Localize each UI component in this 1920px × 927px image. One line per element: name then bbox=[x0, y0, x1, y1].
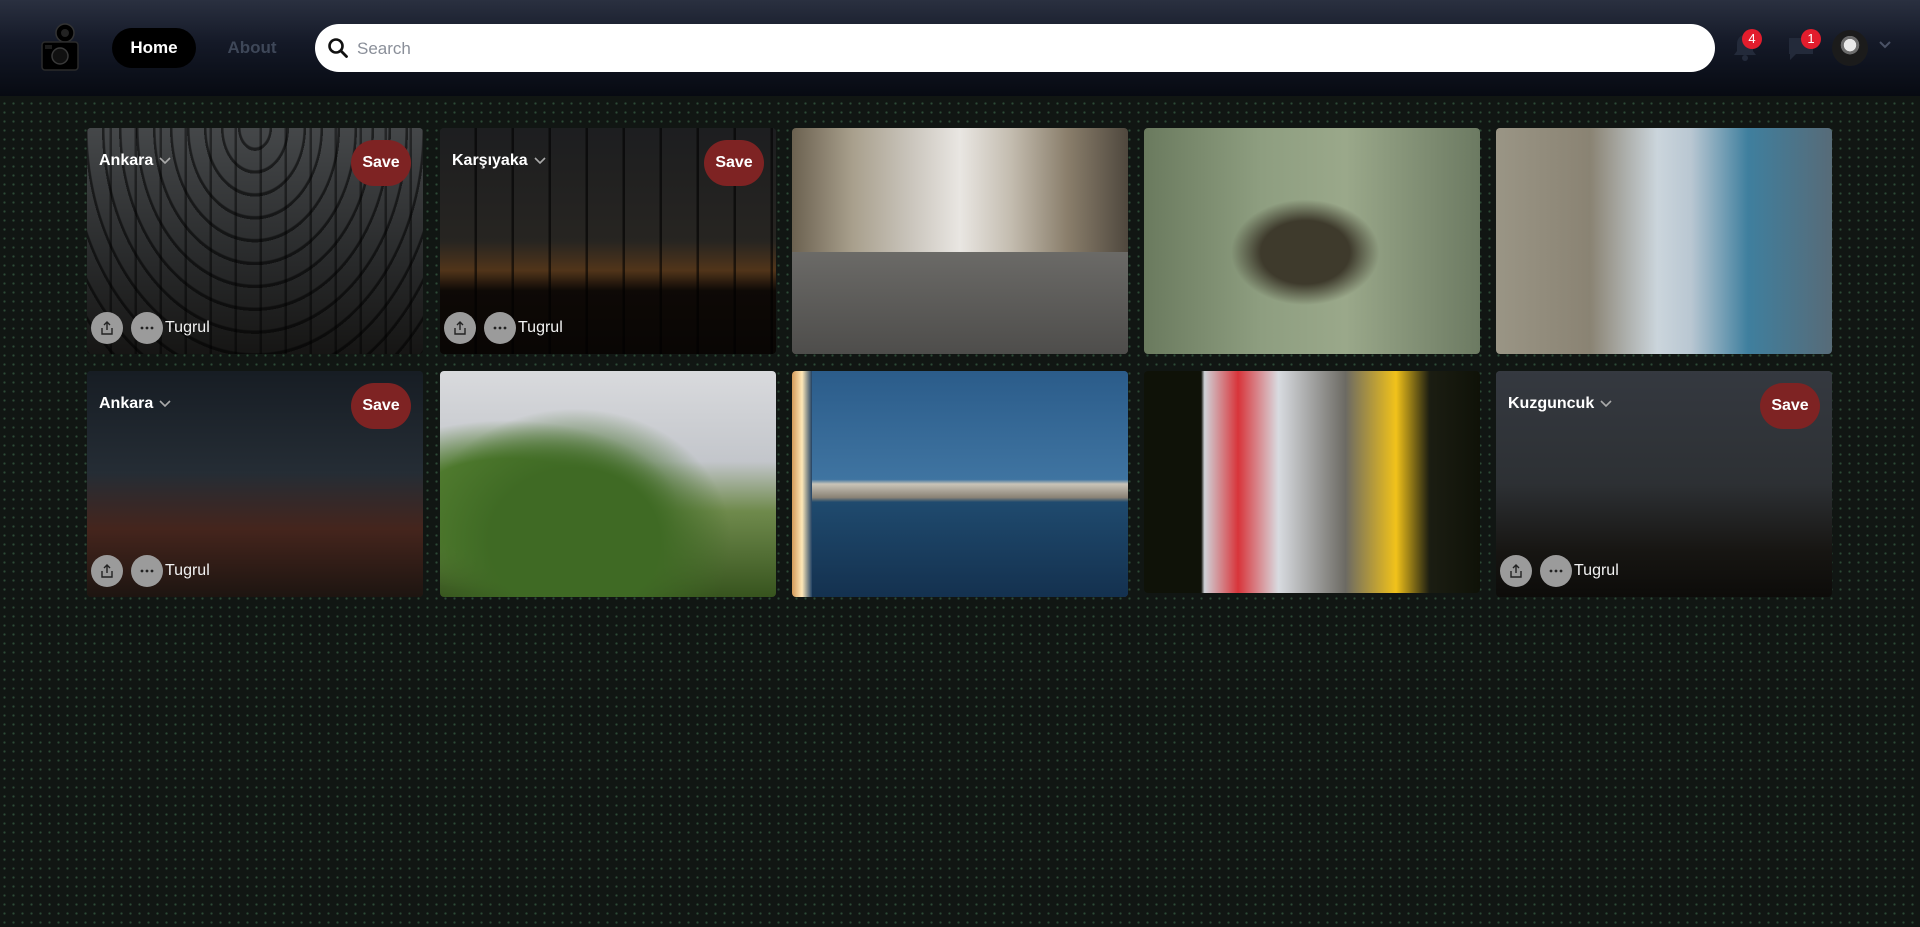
more-icon bbox=[1549, 569, 1563, 573]
share-icon bbox=[1510, 564, 1522, 578]
pin-card[interactable] bbox=[1496, 128, 1832, 354]
chevron-down-icon bbox=[534, 157, 546, 165]
more-options-button[interactable] bbox=[131, 555, 163, 587]
search-bar[interactable] bbox=[315, 24, 1715, 74]
more-options-button[interactable] bbox=[484, 312, 516, 344]
top-navigation-bar: Home About 4 1 bbox=[0, 0, 1920, 96]
share-icon bbox=[101, 321, 113, 335]
pin-footer: Tugrul bbox=[91, 555, 210, 587]
share-button[interactable] bbox=[91, 312, 123, 344]
board-selector[interactable]: Ankara bbox=[99, 152, 171, 170]
pin-author[interactable]: Tugrul bbox=[165, 562, 210, 580]
notifications-button[interactable]: 4 bbox=[1732, 29, 1762, 67]
message-count-badge: 1 bbox=[1801, 29, 1821, 49]
pin-footer: Tugrul bbox=[444, 312, 563, 344]
pin-footer: Tugrul bbox=[1500, 555, 1619, 587]
pin-author[interactable]: Tugrul bbox=[518, 319, 563, 337]
search-input[interactable] bbox=[355, 24, 1699, 74]
nav-home-button[interactable]: Home bbox=[112, 28, 196, 68]
pin-card[interactable]: Ankara Save Tugrul bbox=[87, 371, 423, 597]
pin-card[interactable]: Kuzguncuk Save Tugrul bbox=[1496, 371, 1832, 597]
board-name: Ankara bbox=[99, 395, 154, 412]
pin-author[interactable]: Tugrul bbox=[165, 319, 210, 337]
save-button[interactable]: Save bbox=[351, 383, 411, 429]
camera-logo-icon[interactable] bbox=[38, 22, 82, 72]
board-name: Kuzguncuk bbox=[1508, 395, 1595, 412]
board-selector[interactable]: Karşıyaka bbox=[452, 152, 546, 170]
more-options-button[interactable] bbox=[131, 312, 163, 344]
share-button[interactable] bbox=[1500, 555, 1532, 587]
pin-card[interactable] bbox=[792, 371, 1128, 597]
pin-card[interactable]: Karşıyaka Save Tugrul bbox=[440, 128, 776, 354]
share-button[interactable] bbox=[91, 555, 123, 587]
more-icon bbox=[140, 326, 154, 330]
share-icon bbox=[101, 564, 113, 578]
pin-card[interactable] bbox=[1144, 371, 1480, 593]
more-options-button[interactable] bbox=[1540, 555, 1572, 587]
board-name: Ankara bbox=[99, 152, 154, 169]
board-selector[interactable]: Kuzguncuk bbox=[1508, 395, 1612, 413]
pin-card[interactable] bbox=[1144, 128, 1480, 354]
pin-card[interactable] bbox=[440, 371, 776, 597]
save-button[interactable]: Save bbox=[351, 140, 411, 186]
messages-button[interactable]: 1 bbox=[1787, 29, 1821, 67]
search-icon bbox=[328, 38, 348, 58]
more-icon bbox=[140, 569, 154, 573]
more-icon bbox=[493, 326, 507, 330]
save-button[interactable]: Save bbox=[1760, 383, 1820, 429]
pin-card[interactable]: Ankara Save Tugrul bbox=[87, 128, 423, 354]
pin-footer: Tugrul bbox=[91, 312, 210, 344]
chevron-down-icon bbox=[1600, 400, 1612, 408]
save-button[interactable]: Save bbox=[704, 140, 764, 186]
share-button[interactable] bbox=[444, 312, 476, 344]
chevron-down-icon bbox=[159, 400, 171, 408]
notification-count-badge: 4 bbox=[1742, 29, 1762, 49]
board-selector[interactable]: Ankara bbox=[99, 395, 171, 413]
chevron-down-icon[interactable] bbox=[1878, 40, 1892, 50]
avatar[interactable] bbox=[1832, 30, 1868, 66]
nav-about-link[interactable]: About bbox=[220, 28, 284, 68]
board-name: Karşıyaka bbox=[452, 152, 528, 169]
pin-card[interactable] bbox=[792, 128, 1128, 354]
pin-author[interactable]: Tugrul bbox=[1574, 562, 1619, 580]
share-icon bbox=[454, 321, 466, 335]
chevron-down-icon bbox=[159, 157, 171, 165]
